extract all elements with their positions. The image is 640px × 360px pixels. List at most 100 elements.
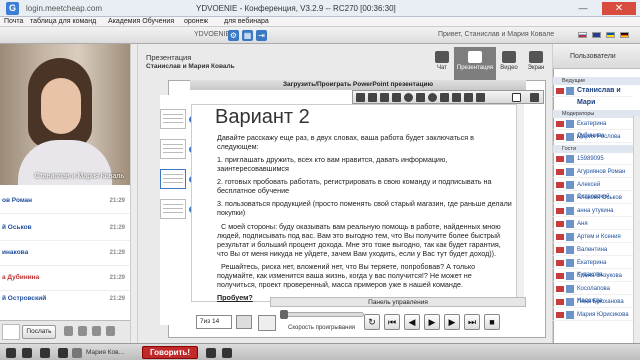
tab-presentation[interactable]: Презентация [454, 47, 496, 80]
first-slide-button[interactable]: ⏮ [384, 314, 400, 330]
user-row[interactable]: Станислав и Мари [553, 85, 633, 106]
chat-author: инакова [2, 249, 29, 256]
user-row[interactable]: Екатерина Дубинина [553, 118, 633, 139]
microphone-icon[interactable] [58, 348, 68, 358]
chat-message[interactable]: ов Роман 21:29 [0, 195, 130, 207]
text-icon[interactable] [452, 93, 461, 102]
prev-slide-button[interactable]: ◀ [404, 314, 420, 330]
laser-icon[interactable] [512, 93, 521, 102]
send-button[interactable]: Послать [22, 325, 56, 339]
rect-icon[interactable] [392, 93, 401, 102]
color-icon[interactable] [78, 326, 87, 336]
close-icon[interactable]: ✕ [602, 2, 636, 15]
user-row[interactable]: Елена Энзукова [553, 270, 633, 282]
save-icon[interactable] [106, 326, 115, 336]
flag-icon [556, 121, 564, 127]
flag-ua-icon[interactable] [606, 32, 615, 38]
speaker-icon[interactable] [72, 348, 82, 358]
speed-slider[interactable] [280, 312, 364, 317]
circle-icon[interactable] [404, 93, 413, 102]
url-text[interactable]: login.meetcheap.com [26, 4, 102, 13]
flag-icon [556, 299, 564, 305]
user-icon [566, 233, 574, 241]
user-row[interactable]: Косолапова Надежда [553, 283, 633, 304]
slide-thumbnail[interactable]: 6 [160, 109, 196, 129]
fill-rect-icon[interactable] [416, 93, 425, 102]
tab-screen[interactable]: Экран [521, 47, 551, 80]
user-icon[interactable] [6, 348, 16, 358]
user-row[interactable]: Агуриянов Роман [553, 166, 633, 178]
slide-thumbnail[interactable]: 7 [160, 139, 196, 159]
bookmark-item[interactable]: Почта [4, 17, 23, 27]
speed-slider-knob[interactable] [280, 310, 288, 319]
user-row[interactable]: Мария Рослова [553, 131, 633, 143]
hand-icon[interactable] [22, 348, 32, 358]
flag-de-icon[interactable] [620, 32, 629, 38]
user-row[interactable]: Артем и Ксения [553, 231, 633, 243]
slide-thumbnail-active[interactable]: 8 [160, 169, 196, 189]
users-scrollbar[interactable] [633, 116, 640, 343]
minimize-icon[interactable]: — [576, 3, 590, 14]
left-scrollbar[interactable] [130, 44, 137, 343]
section-moderators: Модераторы [553, 110, 640, 118]
stop-button[interactable]: ■ [484, 314, 500, 330]
clear-board-icon[interactable] [530, 93, 539, 102]
user-icon [566, 133, 574, 141]
slide-thumbnail[interactable]: 9 [160, 199, 196, 219]
camera-icon[interactable] [40, 348, 50, 358]
line-icon[interactable] [380, 93, 389, 102]
bookmark-item[interactable]: оронеж [184, 17, 208, 27]
chat-message[interactable]: инакова 21:29 [0, 247, 130, 259]
refresh-button[interactable]: ↻ [364, 314, 380, 330]
page-stepper[interactable] [236, 315, 252, 329]
user-row[interactable]: 15989095 [553, 153, 633, 165]
last-slide-button[interactable]: ⏭ [464, 314, 480, 330]
flag-ru-icon[interactable] [578, 32, 587, 38]
upload-presentation-button[interactable]: Загрузить/Проиграть PowerPoint презентац… [190, 80, 526, 90]
user-row[interactable]: Лена Брюханова [553, 296, 633, 308]
chat-message[interactable]: а Дубинина 21:29 [0, 272, 130, 284]
section-leading: Ведущие [553, 77, 640, 85]
info-icon[interactable] [222, 348, 232, 358]
slide-scrollbar[interactable] [516, 104, 524, 302]
settings-icon[interactable] [206, 348, 216, 358]
user-row[interactable]: Аня [553, 218, 633, 230]
flag-en-icon[interactable] [592, 32, 601, 38]
tab-video[interactable]: Видео [494, 47, 524, 80]
play-button[interactable]: ▶ [424, 314, 440, 330]
exit-icon[interactable]: ⇥ [256, 30, 267, 41]
clear-icon[interactable] [92, 326, 101, 336]
chat-message[interactable]: й Оськов 21:29 [0, 222, 130, 234]
fill-circle-icon[interactable] [428, 93, 437, 102]
smile-icon[interactable] [64, 326, 73, 336]
user-row[interactable]: Мария Юрисикова [553, 309, 633, 321]
user-row[interactable]: Валентина [553, 244, 633, 256]
chat-author: а Дубинина [2, 274, 40, 281]
color-picker-icon[interactable] [476, 93, 485, 102]
record-icon[interactable] [258, 315, 276, 331]
next-slide-button[interactable]: ▶ [444, 314, 460, 330]
layout-icon[interactable]: ▦ [242, 30, 253, 41]
chat-time: 21:29 [109, 198, 125, 204]
bookmark-item[interactable]: таблица для команд [30, 17, 96, 27]
user-row[interactable]: Екатерина Кудакова [553, 257, 633, 278]
chat-input[interactable] [2, 324, 20, 340]
current-user: Мария Ков... [86, 349, 124, 356]
user-row[interactable]: Алексей Оськов [553, 192, 633, 204]
page-select[interactable]: 7из 14 [196, 315, 232, 329]
talk-button[interactable]: Говорить! [142, 346, 198, 359]
flag-icon [556, 247, 564, 253]
bookmark-item[interactable]: для вебинара [224, 17, 269, 27]
arrow-icon[interactable] [440, 93, 449, 102]
bookmark-item[interactable]: Академия Обучения [108, 17, 174, 27]
settings-icon[interactable]: ⚙ [228, 30, 239, 41]
pen-icon[interactable] [368, 93, 377, 102]
flag-icon [556, 221, 564, 227]
user-icon [566, 87, 574, 95]
user-row[interactable]: анна утукина [553, 205, 633, 217]
chat-message[interactable]: й Островский 21:29 [0, 293, 130, 305]
slide-paragraph: Решайтесь, риска нет, вложений нет, что … [217, 262, 476, 289]
user-row[interactable]: Алексей Островский [553, 179, 633, 200]
pointer-icon[interactable] [356, 93, 365, 102]
eraser-icon[interactable] [464, 93, 473, 102]
